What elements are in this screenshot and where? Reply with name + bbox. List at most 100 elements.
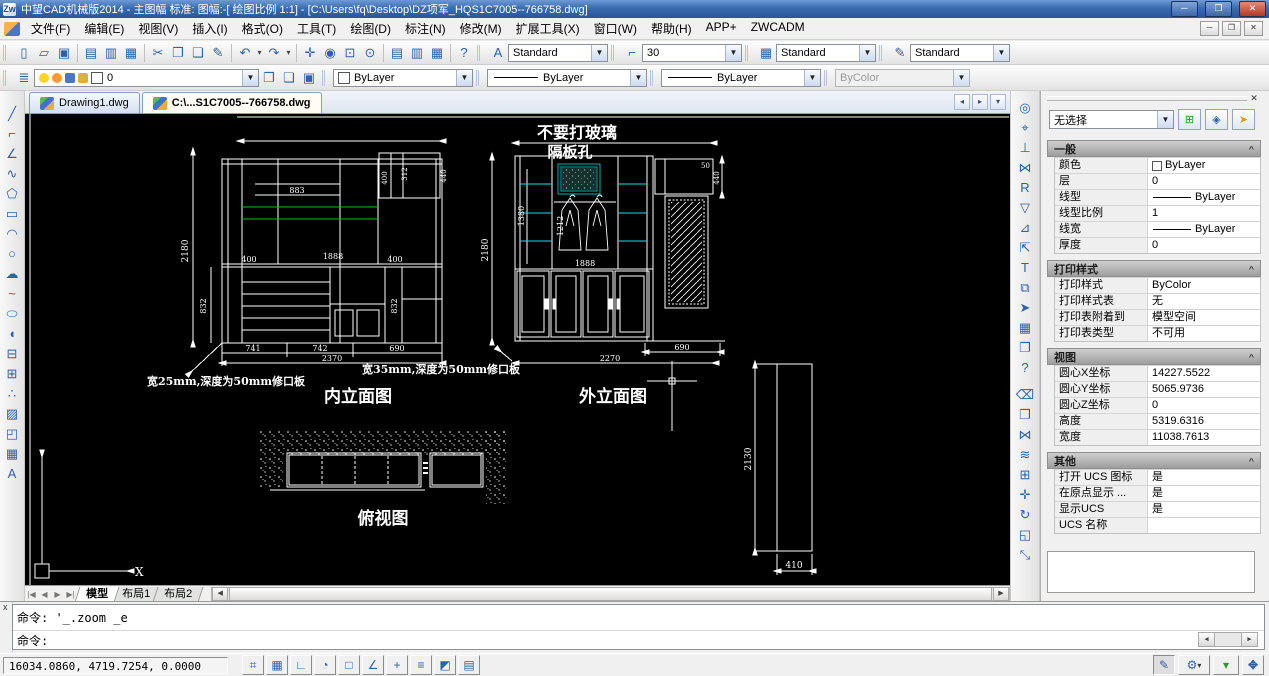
property-value[interactable]: ByColor [1148, 278, 1260, 293]
toolbar-grip[interactable] [477, 45, 485, 61]
redo-icon[interactable]: ↷ [264, 43, 284, 62]
menu-item-6[interactable]: 绘图(D) [343, 17, 398, 40]
circle-icon[interactable]: ○ [1, 243, 23, 263]
rectangle-icon[interactable]: ▭ [1, 203, 23, 223]
table-style-icon[interactable]: ▦ [756, 43, 776, 62]
new-icon[interactable]: ▯ [14, 43, 34, 62]
property-value[interactable]: 5319.6316 [1148, 414, 1260, 429]
section-header-2[interactable]: 视图^ [1047, 348, 1261, 365]
title-bar[interactable]: Zw 中望CAD机械版2014 - 主图幅 标准: 图幅:-[ 绘图比例 1:1… [0, 0, 1269, 18]
mdi-restore-button[interactable]: ❐ [1222, 21, 1241, 36]
toolbar-grip[interactable] [3, 45, 11, 61]
tab-model[interactable]: 模型 [75, 587, 120, 602]
osnap-icon[interactable]: □ [338, 655, 360, 675]
tool-palettes-icon[interactable]: ▥ [407, 43, 427, 62]
toggle-pickadd-button[interactable]: ➤ [1232, 109, 1255, 130]
redo-drop-icon[interactable]: ▾ [284, 43, 293, 62]
zoom-realtime-icon[interactable]: ◉ [320, 43, 340, 62]
layer-on-icon[interactable] [39, 73, 49, 83]
layer-lock-icon[interactable] [78, 73, 88, 83]
text-style-icon[interactable]: A [488, 43, 508, 62]
polyline-icon[interactable]: ⌐ [1, 123, 23, 143]
scroll-left-icon[interactable]: ◀ [1198, 632, 1215, 647]
chevron-down-icon[interactable]: ▼ [630, 70, 646, 86]
property-value[interactable]: 0 [1148, 238, 1260, 253]
table-icon[interactable]: ▦ [1, 443, 23, 463]
restore-button[interactable]: ❐ [1205, 1, 1232, 17]
pan-icon[interactable]: ✛ [300, 43, 320, 62]
palette-close-icon[interactable]: ✕ [1247, 93, 1261, 104]
collapse-chevron-icon[interactable]: ^ [1249, 145, 1254, 153]
undo-icon[interactable]: ↶ [235, 43, 255, 62]
selection-select[interactable]: 无选择 ▼ [1049, 110, 1174, 129]
help-icon[interactable]: ? [454, 43, 474, 62]
publish-icon[interactable]: ▦ [121, 43, 141, 62]
dim-style-select[interactable]: 30▼ [642, 44, 742, 62]
menu-item-13[interactable]: ZWCADM [744, 17, 812, 40]
collapse-chevron-icon[interactable]: ^ [1249, 353, 1254, 361]
region-icon[interactable]: ◰ [1, 423, 23, 443]
command-close-icon[interactable]: x [0, 602, 12, 612]
toolbar-grip[interactable] [650, 70, 658, 86]
settings-gear-icon[interactable]: ⚙▾ [1178, 655, 1210, 675]
chevron-down-icon[interactable]: ▼ [725, 45, 741, 61]
erase-icon[interactable]: ⌫ [1014, 384, 1036, 404]
command-hscrollbar[interactable]: ◀ ▶ [1198, 632, 1258, 647]
ellipse-icon[interactable]: ⬭ [1, 303, 23, 323]
otrack-icon[interactable]: ∠ [362, 655, 384, 675]
layer-states-icon[interactable]: ❐ [259, 68, 279, 87]
layer-thaw-icon[interactable] [52, 73, 62, 83]
auto-dim-icon[interactable]: ⇱ [1014, 237, 1036, 257]
menu-item-11[interactable]: 帮助(H) [644, 17, 699, 40]
ortho-icon[interactable]: ∟ [290, 655, 312, 675]
radius-dim-icon[interactable]: R [1014, 177, 1036, 197]
print-icon[interactable]: ▤ [81, 43, 101, 62]
table-mech-icon[interactable]: ▦ [1014, 317, 1036, 337]
scroll-left-icon[interactable]: ◀ [212, 587, 228, 601]
mleader-style-icon[interactable]: ✎ [890, 43, 910, 62]
coordinate-dim-icon[interactable]: ⊥ [1014, 137, 1036, 157]
make-block-icon[interactable]: ⊞ [1, 363, 23, 383]
offset-icon[interactable]: ≋ [1014, 444, 1036, 464]
first-layout-icon[interactable]: |◀ [25, 590, 38, 599]
scroll-thumb[interactable] [229, 587, 992, 601]
property-value[interactable]: 14227.5522 [1148, 366, 1260, 381]
spline-icon[interactable]: ~ [1, 283, 23, 303]
tab-menu-icon[interactable]: ▾ [990, 94, 1006, 110]
ellipse-arc-icon[interactable]: ◖ [1, 323, 23, 343]
color-select[interactable]: ByLayer ▼ [333, 69, 473, 87]
chevron-down-icon[interactable]: ▼ [591, 45, 607, 61]
line-icon[interactable]: ╱ [1, 103, 23, 123]
chevron-down-icon[interactable]: ▼ [993, 45, 1009, 61]
lineweight-icon[interactable]: ≡ [410, 655, 432, 675]
property-value[interactable]: 模型空间 [1148, 310, 1260, 325]
mleader-style-select[interactable]: Standard▼ [910, 44, 1010, 62]
mdi-minimize-button[interactable]: ─ [1200, 21, 1219, 36]
toolbar-grip[interactable] [322, 70, 330, 86]
layer-unlock-icon[interactable] [65, 73, 75, 83]
mech-help-icon[interactable]: ? [1014, 357, 1036, 377]
doc-tab-drawing1[interactable]: Drawing1.dwg [29, 92, 140, 113]
grid-icon[interactable]: ▦ [266, 655, 288, 675]
polar-icon[interactable]: ◔ [314, 655, 336, 675]
snap-icon[interactable]: ⌗ [242, 655, 264, 675]
property-value[interactable]: 是 [1148, 502, 1260, 517]
menu-item-9[interactable]: 扩展工具(X) [509, 17, 587, 40]
tab-scroll-right-icon[interactable]: ▸ [972, 94, 988, 110]
chevron-down-icon[interactable]: ▼ [804, 70, 820, 86]
cut-icon[interactable]: ✂ [148, 43, 168, 62]
property-value[interactable]: 1 [1148, 206, 1260, 221]
text-style-select[interactable]: Standard▼ [508, 44, 608, 62]
chevron-down-icon[interactable]: ▼ [456, 70, 472, 86]
spline-curve-icon[interactable]: ∿ [1, 163, 23, 183]
zoom-previous-icon[interactable]: ⊙ [360, 43, 380, 62]
toolbar-grip[interactable] [476, 70, 484, 86]
drawing-canvas[interactable]: 不要打玻璃 隔板孔 内立面图 外立面图 俯视图 宽25mm,深度为50mm修口板… [25, 114, 1010, 585]
menu-item-1[interactable]: 编辑(E) [77, 17, 131, 40]
quick-select-button[interactable]: ◈ [1205, 109, 1228, 130]
property-value[interactable]: 不可用 [1148, 326, 1260, 341]
ducs-icon[interactable]: ◩ [434, 655, 456, 675]
layer-previous-icon[interactable]: ❏ [279, 68, 299, 87]
toolbar-grip[interactable] [879, 45, 887, 61]
next-layout-icon[interactable]: ▶ [51, 590, 64, 599]
